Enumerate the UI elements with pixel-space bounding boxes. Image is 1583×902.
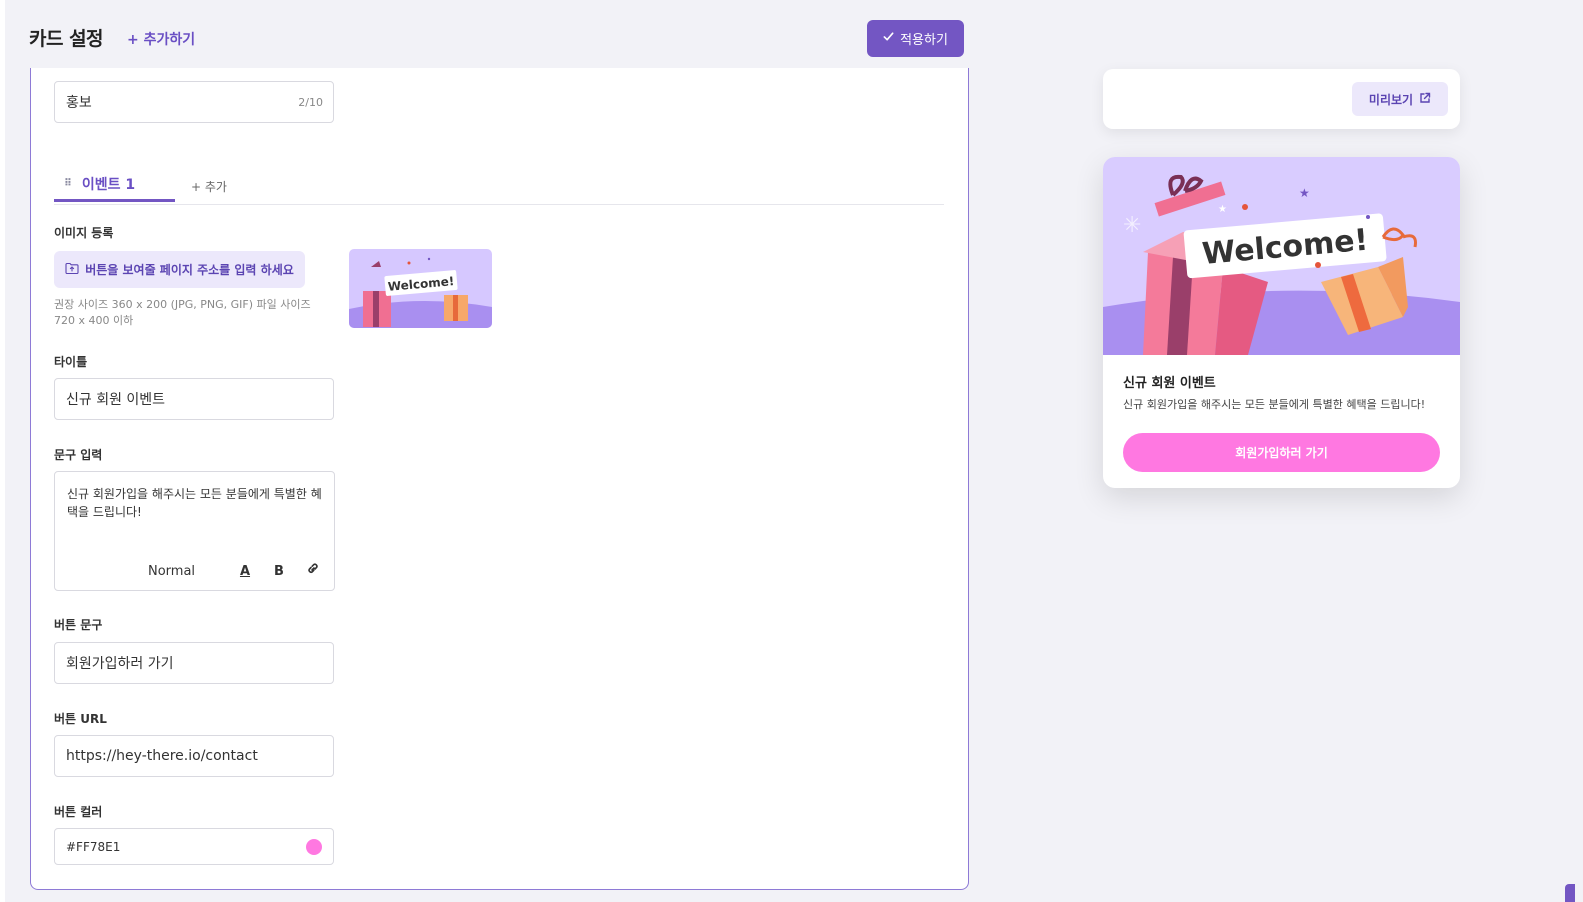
text-editor[interactable]: 신규 회원가입을 해주시는 모든 분들에게 특별한 혜택을 드립니다! Norm… xyxy=(54,471,335,591)
button-color-value: #FF78E1 xyxy=(66,839,121,854)
text-color-icon[interactable]: A xyxy=(228,564,262,579)
svg-text:★: ★ xyxy=(1218,204,1227,215)
bold-icon[interactable]: B xyxy=(262,564,296,579)
button-text-value: 회원가입하러 가기 xyxy=(66,656,174,672)
category-input[interactable]: 홍보 2/10 xyxy=(54,81,334,123)
button-color-input[interactable]: #FF78E1 xyxy=(54,828,334,865)
card-image: Welcome! ★ ★ ✳ xyxy=(1103,157,1460,355)
color-swatch[interactable] xyxy=(306,838,322,855)
title-input[interactable]: 신규 회원 이벤트 xyxy=(54,378,334,420)
svg-text:✳: ✳ xyxy=(1123,213,1141,238)
event-tabs: ⠿ 이벤트 1 + 추가 xyxy=(54,168,944,205)
title-value: 신규 회원 이벤트 xyxy=(66,392,166,408)
check-icon xyxy=(883,31,894,46)
button-url-input[interactable]: https://hey-there.io/contact xyxy=(54,735,334,777)
editor-toolbar: Normal A B xyxy=(148,560,330,582)
apply-label: 적용하기 xyxy=(900,33,948,48)
apply-button[interactable]: 적용하기 xyxy=(867,20,964,57)
title-label: 타이틀 xyxy=(54,355,88,369)
button-text-label: 버튼 문구 xyxy=(54,618,103,632)
button-url-label: 버튼 URL xyxy=(54,712,107,726)
scroll-indicator[interactable] xyxy=(1565,884,1575,902)
card-cta-button[interactable]: 회원가입하러 가기 xyxy=(1123,433,1440,472)
tab-event-1[interactable]: ⠿ 이벤트 1 xyxy=(54,168,175,202)
page-title: 카드 설정 xyxy=(29,28,104,50)
char-counter: 2/10 xyxy=(298,95,323,109)
header: 카드 설정 + 추가하기 xyxy=(5,0,995,68)
image-thumbnail[interactable]: Welcome! xyxy=(349,249,492,328)
text-editor-content[interactable]: 신규 회원가입을 해주시는 모든 분들에게 특별한 혜택을 드립니다! xyxy=(67,485,322,521)
folder-upload-icon xyxy=(65,262,79,277)
preview-bar: 미리보기 xyxy=(1103,69,1460,129)
preview-button[interactable]: 미리보기 xyxy=(1352,82,1448,116)
button-color-label: 버튼 컬러 xyxy=(54,805,103,819)
card-preview: Welcome! ★ ★ ✳ 신규 회원 이벤트 신규 회원가입을 해주시는 모… xyxy=(1103,157,1460,488)
button-url-value: https://hey-there.io/contact xyxy=(66,748,258,764)
tab-add-button[interactable]: + 추가 xyxy=(191,178,227,195)
link-icon[interactable] xyxy=(296,562,330,580)
left-edge xyxy=(0,0,5,902)
upload-hint: 권장 사이즈 360 x 200 (JPG, PNG, GIF) 파일 사이즈 … xyxy=(54,298,311,327)
tab-label: 이벤트 1 xyxy=(81,176,136,193)
category-value: 홍보 xyxy=(66,95,92,111)
external-link-icon xyxy=(1419,92,1431,107)
image-label: 이미지 등록 xyxy=(54,226,114,240)
upload-label: 버튼을 보여줄 페이지 주소를 입력 하세요 xyxy=(85,263,294,277)
upload-button[interactable]: 버튼을 보여줄 페이지 주소를 입력 하세요 xyxy=(54,251,305,288)
add-card-link[interactable]: + 추가하기 xyxy=(127,29,195,49)
card-title: 신규 회원 이벤트 xyxy=(1123,376,1216,391)
drag-handle-icon[interactable]: ⠿ xyxy=(64,178,73,189)
svg-text:★: ★ xyxy=(1299,186,1310,200)
preview-label: 미리보기 xyxy=(1368,92,1414,107)
card-body: 신규 회원가입을 해주시는 모든 분들에게 특별한 혜택을 드립니다! xyxy=(1123,398,1426,411)
button-text-input[interactable]: 회원가입하러 가기 xyxy=(54,642,334,684)
format-select[interactable]: Normal xyxy=(148,564,228,579)
text-label: 문구 입력 xyxy=(54,448,103,462)
